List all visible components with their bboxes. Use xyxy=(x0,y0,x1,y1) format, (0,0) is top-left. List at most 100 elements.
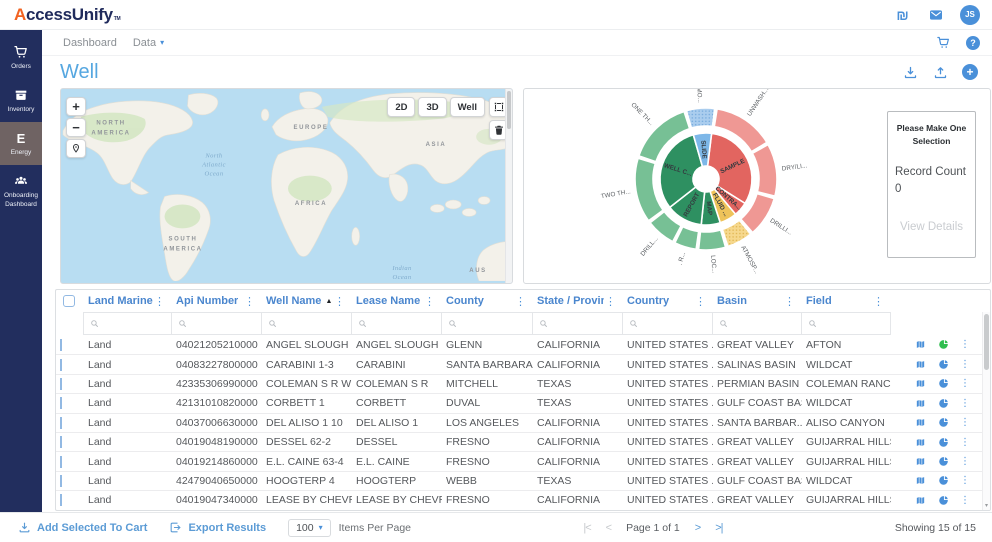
mail-icon[interactable] xyxy=(927,6,944,23)
column-menu-icon[interactable]: ⋮ xyxy=(694,295,707,308)
row-menu-icon[interactable]: ⋮ xyxy=(960,417,970,428)
table-row[interactable]: Land04083227800000CARABINI 1-3CARABINISA… xyxy=(56,354,990,373)
column-menu-icon[interactable]: ⋮ xyxy=(243,295,256,308)
map-icon[interactable] xyxy=(914,494,926,506)
table-row[interactable]: Land04019047340000LEASE BY CHEVR...LEASE… xyxy=(56,490,990,509)
nav-item-data[interactable]: Data▾ xyxy=(133,37,164,49)
cart-icon[interactable] xyxy=(935,34,952,51)
map-icon[interactable] xyxy=(914,359,926,371)
upload-icon[interactable] xyxy=(932,64,949,81)
column-header-well-name[interactable]: Well Name▲⋮ xyxy=(262,290,352,312)
map-scrollbar[interactable] xyxy=(505,89,512,283)
table-row[interactable]: Land42479040650000HOOGTERP 4HOOGTERPWEBB… xyxy=(56,471,990,490)
pie-chart-icon[interactable] xyxy=(937,436,949,448)
shekel-icon[interactable]: ₪ xyxy=(894,6,911,23)
row-checkbox[interactable] xyxy=(60,494,62,506)
pie-chart-icon[interactable] xyxy=(937,378,949,390)
zoom-in-button[interactable]: + xyxy=(66,97,86,116)
sidebar-item-orders[interactable]: Orders xyxy=(0,36,42,79)
row-menu-icon[interactable]: ⋮ xyxy=(960,456,970,467)
add-icon[interactable]: + xyxy=(962,64,978,80)
column-menu-icon[interactable]: ⋮ xyxy=(514,295,527,308)
add-selected-to-cart-button[interactable]: Add Selected To Cart xyxy=(18,521,147,534)
filter-input-api-number[interactable] xyxy=(171,312,262,335)
sunburst-segment-two-th[interactable] xyxy=(635,158,663,220)
sunburst-segment-loc[interactable] xyxy=(699,230,726,250)
sidebar-item-onboarding-dashboard[interactable]: Onboarding Dashboard xyxy=(0,165,42,216)
last-page-button[interactable]: >| xyxy=(715,522,722,534)
row-menu-icon[interactable]: ⋮ xyxy=(960,475,970,486)
filter-input-basin[interactable] xyxy=(712,312,802,335)
row-checkbox[interactable] xyxy=(60,339,62,351)
map-icon[interactable] xyxy=(914,475,926,487)
sidebar-item-energy[interactable]: EEnergy xyxy=(0,122,42,165)
prev-page-button[interactable]: < xyxy=(606,522,611,534)
column-menu-icon[interactable]: ⋮ xyxy=(872,295,885,308)
column-header-api-number[interactable]: Api Number⋮ xyxy=(172,290,262,312)
row-menu-icon[interactable]: ⋮ xyxy=(960,495,970,506)
pie-chart-icon[interactable] xyxy=(937,339,949,351)
sidebar-item-inventory[interactable]: Inventory xyxy=(0,79,42,122)
table-row[interactable]: Land42335306990000COLEMAN S R WI...COLEM… xyxy=(56,374,990,393)
row-menu-icon[interactable]: ⋮ xyxy=(960,437,970,448)
row-menu-icon[interactable]: ⋮ xyxy=(960,339,970,350)
table-row[interactable]: Land42131010820000CORBETT 1CORBETTDUVALT… xyxy=(56,393,990,412)
column-header-country[interactable]: Country⋮ xyxy=(623,290,713,312)
row-checkbox[interactable] xyxy=(60,378,62,390)
column-header-state-provinc[interactable]: State / Provinc...⋮ xyxy=(533,290,623,312)
user-avatar[interactable]: JS xyxy=(960,5,980,25)
sunburst-segment-mo[interactable] xyxy=(686,108,714,128)
row-menu-icon[interactable]: ⋮ xyxy=(960,378,970,389)
nav-item-dashboard[interactable]: Dashboard xyxy=(63,37,117,49)
map-button-well[interactable]: Well xyxy=(450,97,485,117)
map-icon[interactable] xyxy=(914,339,926,351)
next-page-button[interactable]: > xyxy=(695,522,700,534)
column-header-lease-name[interactable]: Lease Name⋮ xyxy=(352,290,442,312)
map-button-3d[interactable]: 3D xyxy=(418,97,446,117)
page-size-select[interactable]: 100▾ xyxy=(288,519,331,537)
filter-input-field[interactable] xyxy=(801,312,891,335)
map-button-2d[interactable]: 2D xyxy=(387,97,415,117)
table-row[interactable]: Land04019214860000E.L. CAINE 63-4E.L. CA… xyxy=(56,451,990,470)
table-scrollbar[interactable]: ▾ xyxy=(982,312,990,510)
filter-input-well-name[interactable] xyxy=(261,312,352,335)
export-results-button[interactable]: Export Results xyxy=(169,521,266,534)
row-checkbox[interactable] xyxy=(60,359,62,371)
column-header-county[interactable]: County⋮ xyxy=(442,290,533,312)
select-all-checkbox[interactable] xyxy=(63,295,75,307)
pie-chart-icon[interactable] xyxy=(937,494,949,506)
row-checkbox[interactable] xyxy=(60,397,62,409)
pie-chart-icon[interactable] xyxy=(937,397,949,409)
filter-input-state-provinc[interactable] xyxy=(532,312,623,335)
column-menu-icon[interactable]: ⋮ xyxy=(333,295,346,308)
view-details-button[interactable]: View Details xyxy=(895,218,968,236)
table-row[interactable]: Land04021205210000ANGEL SLOUGH ...ANGEL … xyxy=(56,335,990,354)
map-panel[interactable]: NORTH AMERICAEUROPEASIAAFRICASOUTH AMERI… xyxy=(60,88,513,284)
column-header-field[interactable]: Field⋮ xyxy=(802,290,891,312)
row-menu-icon[interactable]: ⋮ xyxy=(960,359,970,370)
column-header-land-marine[interactable]: Land Marine⋮ xyxy=(84,290,172,312)
download-icon[interactable] xyxy=(902,64,919,81)
map-icon[interactable] xyxy=(914,456,926,468)
row-checkbox[interactable] xyxy=(60,456,62,468)
help-icon[interactable]: ? xyxy=(966,36,980,50)
row-menu-icon[interactable]: ⋮ xyxy=(960,398,970,409)
table-row[interactable]: Land04037006630000DEL ALISO 1 10DEL ALIS… xyxy=(56,413,990,432)
map-icon[interactable] xyxy=(914,397,926,409)
map-icon[interactable] xyxy=(914,378,926,390)
pie-chart-icon[interactable] xyxy=(937,359,949,371)
locate-pin-icon[interactable] xyxy=(66,139,86,158)
sunburst-segment-dry-li[interactable] xyxy=(752,145,777,197)
pie-chart-icon[interactable] xyxy=(937,417,949,429)
zoom-out-button[interactable]: − xyxy=(66,118,86,137)
filter-input-country[interactable] xyxy=(622,312,713,335)
table-row[interactable]: Land04019048190000DESSEL 62-2DESSELFRESN… xyxy=(56,432,990,451)
column-menu-icon[interactable]: ⋮ xyxy=(153,295,166,308)
pie-chart-icon[interactable] xyxy=(937,456,949,468)
filter-input-land-marine[interactable] xyxy=(83,312,172,335)
row-checkbox[interactable] xyxy=(60,436,62,448)
row-checkbox[interactable] xyxy=(60,475,62,487)
column-menu-icon[interactable]: ⋮ xyxy=(604,295,617,308)
column-header-basin[interactable]: Basin⋮ xyxy=(713,290,802,312)
filter-input-county[interactable] xyxy=(441,312,533,335)
